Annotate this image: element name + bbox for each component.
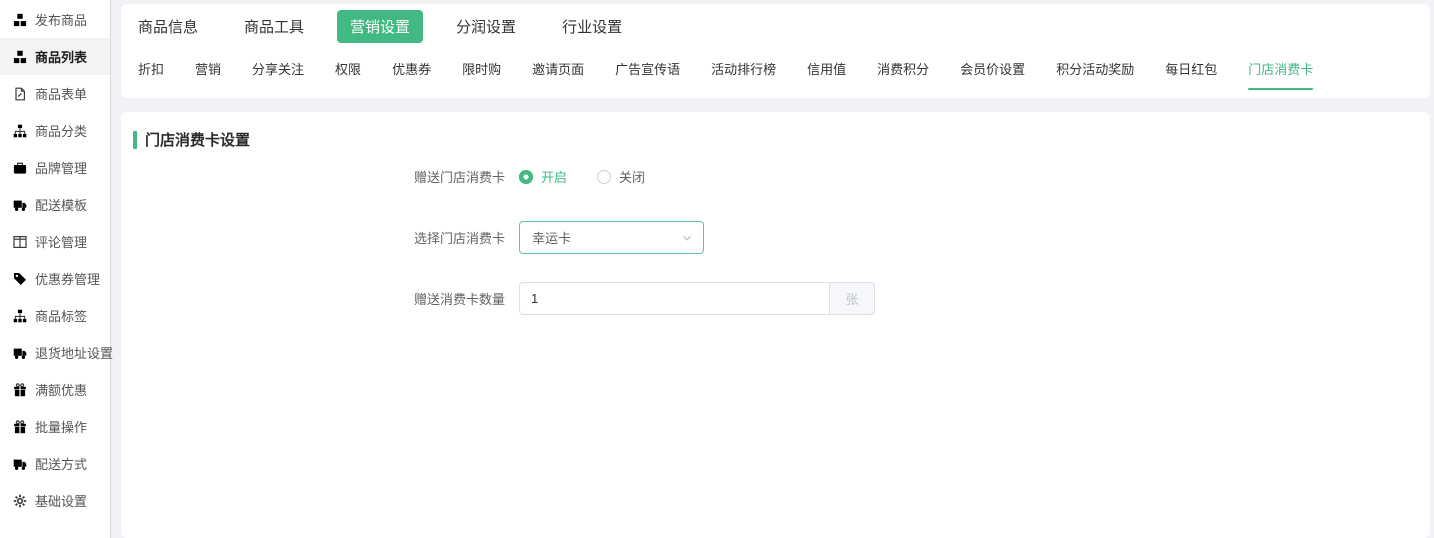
sidebar-item-label: 商品标签 xyxy=(35,306,87,325)
tab-activity-ranking[interactable]: 活动排行榜 xyxy=(711,59,776,78)
cubes-icon xyxy=(13,13,27,27)
tab-consumption-points[interactable]: 消费积分 xyxy=(877,59,929,78)
sitemap-icon xyxy=(13,309,27,323)
sidebar: 发布商品 商品列表 商品表单 商品分类 品牌管理 配送模板 评论管理 优惠券管 xyxy=(0,0,111,538)
sidebar-menu: 发布商品 商品列表 商品表单 商品分类 品牌管理 配送模板 评论管理 优惠券管 xyxy=(0,0,110,519)
gift-card-toggle-label: 赠送门店消费卡 xyxy=(121,167,519,186)
gift-card-radio-group: 开启 关闭 xyxy=(519,167,645,186)
tab-store-consumption-card[interactable]: 门店消费卡 xyxy=(1248,59,1313,78)
gift-icon xyxy=(13,383,27,397)
sidebar-item-label: 配送方式 xyxy=(35,454,87,473)
tag-icon xyxy=(13,272,27,286)
sidebar-item-return-address-settings[interactable]: 退货地址设置 xyxy=(0,334,110,371)
cubes-icon xyxy=(13,50,27,64)
radio-checked-icon[interactable] xyxy=(519,170,533,184)
section-title-text: 门店消费卡设置 xyxy=(145,129,250,150)
tab-coupon[interactable]: 优惠券 xyxy=(392,59,431,78)
truck-icon xyxy=(13,198,27,212)
tab-marketing-settings[interactable]: 营销设置 xyxy=(337,10,423,43)
radio-enable-label: 开启 xyxy=(541,167,567,186)
sidebar-item-product-form[interactable]: 商品表单 xyxy=(0,75,110,112)
sidebar-item-label: 商品分类 xyxy=(35,121,87,140)
tab-points-activity-reward[interactable]: 积分活动奖励 xyxy=(1056,59,1134,78)
sidebar-item-label: 基础设置 xyxy=(35,491,87,510)
sidebar-item-label: 商品列表 xyxy=(35,47,87,66)
tab-share-follow[interactable]: 分享关注 xyxy=(252,59,304,78)
secondary-tab-bar: 折扣 营销 分享关注 权限 优惠券 限时购 邀请页面 广告宣传语 活动排行榜 信… xyxy=(121,48,1430,88)
sidebar-item-label: 配送模板 xyxy=(35,195,87,214)
radio-enable[interactable]: 开启 xyxy=(519,167,567,186)
tab-flash-sale[interactable]: 限时购 xyxy=(462,59,501,78)
radio-disable[interactable]: 关闭 xyxy=(597,167,645,186)
sitemap-icon xyxy=(13,124,27,138)
sidebar-item-label: 批量操作 xyxy=(35,417,87,436)
sidebar-item-product-list[interactable]: 商品列表 xyxy=(0,38,110,75)
tabs-card: 商品信息 商品工具 营销设置 分润设置 行业设置 折扣 营销 分享关注 权限 优… xyxy=(121,4,1430,98)
tab-marketing[interactable]: 营销 xyxy=(195,59,221,78)
file-form-icon xyxy=(13,87,27,101)
briefcase-icon xyxy=(13,161,27,175)
truck-icon xyxy=(13,346,27,360)
tab-invite-page[interactable]: 邀请页面 xyxy=(532,59,584,78)
sidebar-item-label: 商品表单 xyxy=(35,84,87,103)
store-card-select[interactable]: 幸运卡 xyxy=(519,221,704,254)
gift-icon xyxy=(13,420,27,434)
main-area: 商品信息 商品工具 营销设置 分润设置 行业设置 折扣 营销 分享关注 权限 优… xyxy=(121,0,1430,538)
truck-icon xyxy=(13,457,27,471)
tab-industry-settings[interactable]: 行业设置 xyxy=(562,16,622,37)
sidebar-item-publish-product[interactable]: 发布商品 xyxy=(0,1,110,38)
sidebar-item-label: 品牌管理 xyxy=(35,158,87,177)
sidebar-item-batch-operations[interactable]: 批量操作 xyxy=(0,408,110,445)
sidebar-item-shipping-method[interactable]: 配送方式 xyxy=(0,445,110,482)
quantity-unit-append: 张 xyxy=(829,282,875,315)
sidebar-item-label: 优惠券管理 xyxy=(35,269,100,288)
sidebar-item-basic-settings[interactable]: 基础设置 xyxy=(0,482,110,519)
sidebar-item-coupon-management[interactable]: 优惠券管理 xyxy=(0,260,110,297)
tab-member-price-settings[interactable]: 会员价设置 xyxy=(960,59,1025,78)
settings-form: 赠送门店消费卡 开启 关闭 选择门店消费卡 幸运卡 xyxy=(121,160,1430,315)
gear-icon xyxy=(13,494,27,508)
tab-profit-sharing-settings[interactable]: 分润设置 xyxy=(456,16,516,37)
sidebar-item-review-management[interactable]: 评论管理 xyxy=(0,223,110,260)
radio-unchecked-icon[interactable] xyxy=(597,170,611,184)
tab-discount[interactable]: 折扣 xyxy=(138,59,164,78)
columns-icon xyxy=(13,235,27,249)
tab-daily-red-packet[interactable]: 每日红包 xyxy=(1165,59,1217,78)
quantity-input-group: 张 xyxy=(519,282,875,315)
card-select-label: 选择门店消费卡 xyxy=(121,228,519,247)
store-card-select-value: 幸运卡 xyxy=(532,228,571,247)
tab-permissions[interactable]: 权限 xyxy=(335,59,361,78)
tab-product-tools[interactable]: 商品工具 xyxy=(244,16,304,37)
title-accent-bar xyxy=(133,131,137,149)
radio-disable-label: 关闭 xyxy=(619,167,645,186)
sidebar-item-product-category[interactable]: 商品分类 xyxy=(0,112,110,149)
tab-credit-value[interactable]: 信用值 xyxy=(807,59,846,78)
gift-card-toggle-row: 赠送门店消费卡 开启 关闭 xyxy=(121,160,1430,193)
primary-tab-bar: 商品信息 商品工具 营销设置 分润设置 行业设置 xyxy=(121,4,1430,48)
chevron-down-icon xyxy=(681,232,693,244)
card-select-row: 选择门店消费卡 幸运卡 xyxy=(121,221,1430,254)
sidebar-item-full-amount-discount[interactable]: 满额优惠 xyxy=(0,371,110,408)
sidebar-item-shipping-template[interactable]: 配送模板 xyxy=(0,186,110,223)
sidebar-item-label: 满额优惠 xyxy=(35,380,87,399)
sidebar-item-label: 发布商品 xyxy=(35,10,87,29)
tab-ad-slogan[interactable]: 广告宣传语 xyxy=(615,59,680,78)
sidebar-item-product-tags[interactable]: 商品标签 xyxy=(0,297,110,334)
sidebar-item-label: 评论管理 xyxy=(35,232,87,251)
quantity-row: 赠送消费卡数量 张 xyxy=(121,282,1430,315)
sidebar-item-brand-management[interactable]: 品牌管理 xyxy=(0,149,110,186)
quantity-label: 赠送消费卡数量 xyxy=(121,289,519,308)
sidebar-item-label: 退货地址设置 xyxy=(35,343,113,362)
store-card-settings-panel: 门店消费卡设置 赠送门店消费卡 开启 关闭 选择 xyxy=(121,112,1430,538)
tab-product-info[interactable]: 商品信息 xyxy=(138,16,198,37)
section-title: 门店消费卡设置 xyxy=(133,129,1430,150)
quantity-input[interactable] xyxy=(519,282,829,315)
